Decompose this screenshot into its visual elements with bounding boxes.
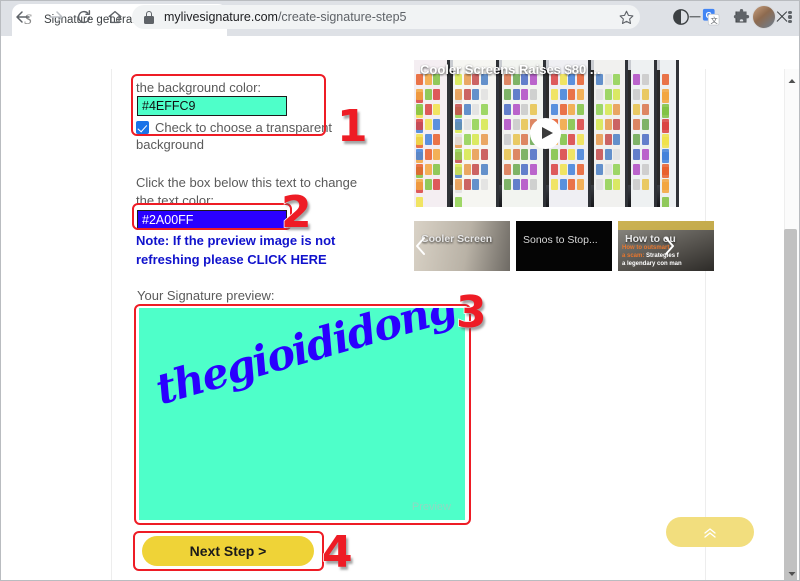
refresh-note-line2: refreshing please — [136, 252, 248, 267]
text-color-input[interactable]: #2A00FF — [137, 210, 287, 230]
scroll-to-top-button[interactable] — [666, 517, 754, 547]
triangle-down-icon[interactable] — [787, 566, 797, 576]
background-color-label: the background color: — [136, 80, 262, 95]
right-column-divider — [705, 69, 706, 580]
transparent-background-label: Check to choose a transparent — [155, 120, 333, 135]
annotation-marker-2: 2 — [280, 187, 312, 238]
star-icon[interactable] — [615, 6, 637, 28]
chevron-left-icon[interactable] — [413, 234, 429, 258]
three-dots-vertical-icon[interactable] — [779, 6, 800, 28]
chevron-right-icon[interactable] — [661, 234, 677, 258]
address-bar[interactable]: mylivesignature.com/create-signature-ste… — [132, 5, 640, 29]
arrow-left-icon[interactable] — [11, 5, 35, 29]
video-title: Cooler Screens Raises $80 ... — [420, 62, 601, 77]
arrow-right-icon[interactable] — [44, 5, 68, 29]
annotation-marker-3: 3 — [455, 287, 487, 338]
signature-text: thegioididong — [150, 308, 461, 415]
click-here-link[interactable]: CLICK HERE — [247, 252, 326, 267]
scrollbar-track[interactable] — [784, 69, 799, 581]
thumbnail-caption: Sonos to Stop... — [523, 234, 598, 246]
column-divider — [111, 69, 112, 580]
annotation-marker-1: 1 — [336, 101, 368, 152]
preview-watermark: Preview — [411, 501, 451, 513]
puzzle-piece-icon[interactable] — [730, 6, 752, 28]
annotation-marker-4: 4 — [321, 527, 353, 578]
double-chevron-up-icon — [704, 526, 716, 538]
text-color-label-line2: the text color: — [136, 193, 215, 208]
thumbnail-caption: Cooler Screen — [421, 233, 493, 245]
transparent-background-checkbox-row[interactable]: Check to choose a transparent — [136, 119, 332, 136]
browser-toolbar — [0, 36, 800, 69]
signature-preview-label: Your Signature preview: — [137, 288, 275, 303]
text-color-label-line1: Click the box below this text to change — [136, 175, 358, 190]
avatar[interactable] — [752, 5, 776, 29]
reload-icon[interactable] — [72, 5, 96, 29]
background-color-input[interactable]: #4EFFC9 — [137, 96, 287, 116]
next-step-button[interactable]: Next Step > — [142, 536, 314, 566]
google-translate-icon[interactable]: G 文 — [700, 6, 722, 28]
refresh-note: Note: If the preview image is not refres… — [136, 231, 366, 269]
carousel-thumbnail[interactable]: Sonos to Stop... — [516, 221, 612, 271]
url-path: /create-signature-step5 — [277, 10, 407, 24]
checkbox-checked-icon[interactable] — [136, 121, 149, 134]
url-text: mylivesignature.com/create-signature-ste… — [164, 10, 406, 24]
triangle-up-icon[interactable] — [787, 73, 797, 83]
scrollbar-thumb[interactable] — [784, 229, 797, 581]
url-domain: mylivesignature.com — [164, 10, 278, 24]
half-circle-icon[interactable] — [670, 6, 692, 28]
lock-icon — [143, 11, 155, 24]
browser-window: S Signature generator - Email Signa myli… — [0, 0, 800, 581]
svg-text:文: 文 — [711, 16, 718, 25]
text-color-label: Click the box below this text to change … — [136, 174, 361, 210]
transparent-background-label-line2: background — [136, 137, 204, 152]
home-icon[interactable] — [103, 5, 127, 29]
play-icon[interactable] — [530, 118, 561, 149]
signature-preview-box[interactable]: thegioididong Preview — [139, 308, 465, 520]
